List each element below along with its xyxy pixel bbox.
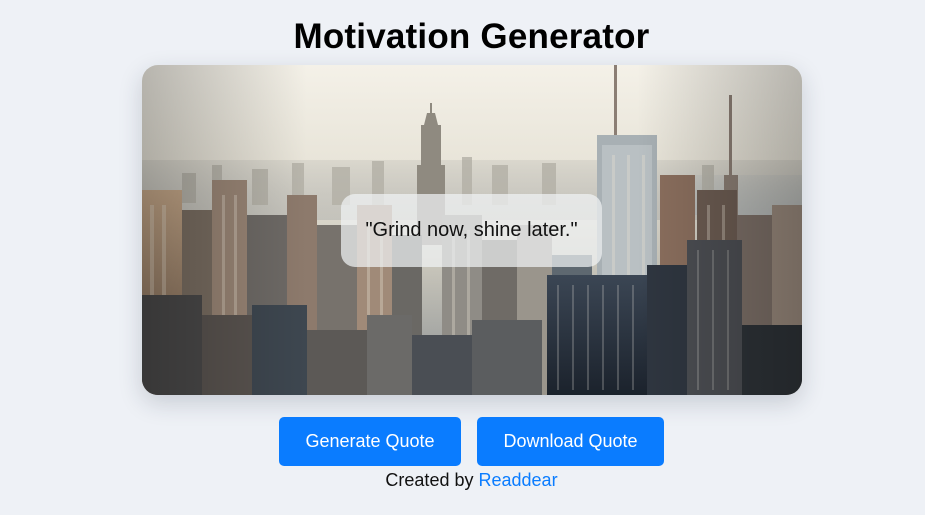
- author-link[interactable]: Readdear: [479, 470, 558, 490]
- page: Motivation Generator "Grind now, shine l…: [0, 0, 925, 515]
- quote-overlay: "Grind now, shine later.": [341, 194, 602, 267]
- quote-text: "Grind now, shine later.": [365, 219, 578, 241]
- download-quote-button[interactable]: Download Quote: [477, 417, 664, 466]
- footer-credit: Created by Readdear: [0, 469, 925, 491]
- credit-prefix: Created by: [385, 470, 474, 490]
- quote-card: "Grind now, shine later.": [142, 65, 802, 395]
- page-title: Motivation Generator: [293, 17, 650, 56]
- generate-quote-button[interactable]: Generate Quote: [279, 417, 461, 466]
